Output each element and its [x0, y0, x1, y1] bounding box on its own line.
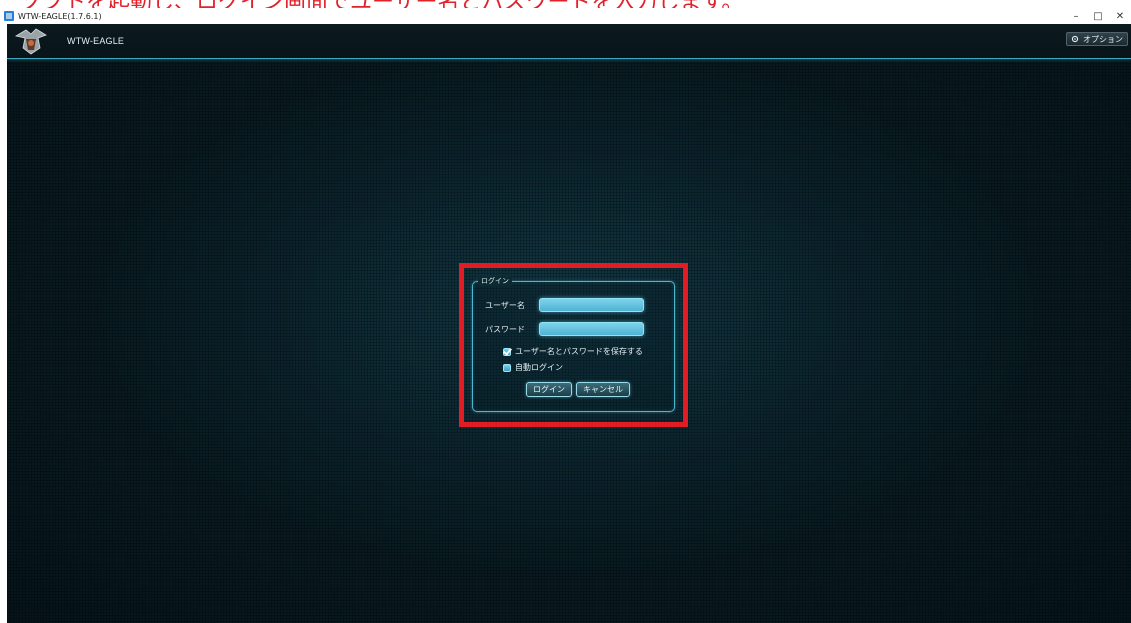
- gear-icon: [1071, 35, 1079, 43]
- password-row: パスワード: [485, 322, 644, 336]
- maximize-button[interactable]: □: [1087, 8, 1109, 24]
- window-titlebar: WTW-EAGLE(1.7.6.1) – □ ✕: [0, 8, 1131, 24]
- app-name: WTW-EAGLE: [67, 36, 125, 46]
- username-row: ユーザー名: [485, 298, 644, 312]
- autologin-label: 自動ログイン: [515, 363, 563, 372]
- options-button[interactable]: オプション: [1066, 32, 1128, 46]
- options-label: オプション: [1083, 34, 1123, 44]
- remember-checkbox[interactable]: [503, 347, 511, 356]
- annotation-text: ソフトを起動し、ログイン画面でユーザー名とパスワードを入力します。: [20, 0, 743, 8]
- app-window: WTW-EAGLE オプション ログイン ユーザー名 パスワード ユーザー名とパ…: [7, 24, 1131, 623]
- password-label: パスワード: [485, 324, 525, 334]
- autologin-checkbox[interactable]: [503, 363, 511, 372]
- cancel-button[interactable]: キャンセル: [576, 382, 630, 397]
- app-header: WTW-EAGLE オプション: [7, 24, 1131, 59]
- window-controls: – □ ✕: [1065, 8, 1131, 24]
- app-icon: [4, 11, 14, 21]
- close-button[interactable]: ✕: [1109, 8, 1131, 24]
- minimize-button[interactable]: –: [1065, 8, 1087, 24]
- login-legend: ログイン: [478, 276, 512, 286]
- password-input[interactable]: [539, 322, 644, 336]
- username-label: ユーザー名: [485, 300, 525, 310]
- button-row: ログイン キャンセル: [526, 382, 630, 397]
- login-panel: ログイン ユーザー名 パスワード ユーザー名とパスワードを保存する 自動ログイン…: [472, 276, 675, 412]
- window-title: WTW-EAGLE(1.7.6.1): [18, 11, 102, 21]
- remember-row[interactable]: ユーザー名とパスワードを保存する: [503, 346, 643, 357]
- autologin-row[interactable]: 自動ログイン: [503, 362, 563, 373]
- remember-label: ユーザー名とパスワードを保存する: [515, 347, 643, 356]
- username-input[interactable]: [539, 298, 644, 312]
- annotation-strip: ソフトを起動し、ログイン画面でユーザー名とパスワードを入力します。: [0, 0, 1131, 8]
- eagle-logo-icon: [14, 26, 48, 56]
- login-button[interactable]: ログイン: [526, 382, 572, 397]
